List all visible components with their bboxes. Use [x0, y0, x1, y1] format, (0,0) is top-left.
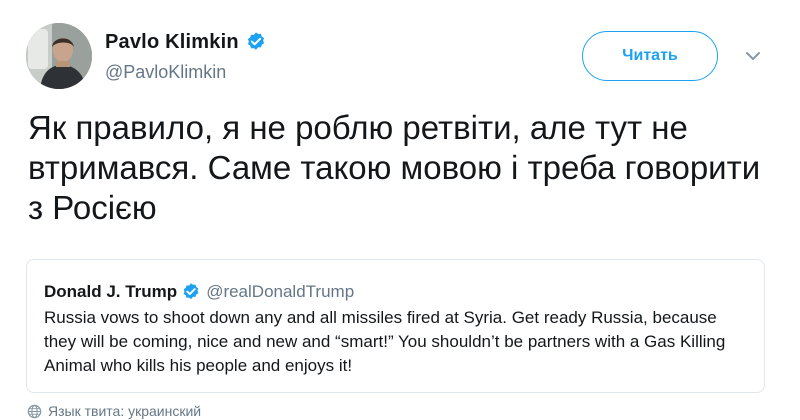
quoted-tweet-card[interactable]: Donald J. Trump @realDonaldTrump Russia …	[26, 259, 765, 393]
verified-badge-icon	[181, 282, 201, 302]
tweet-text: Як правило, я не роблю ретвіти, але тут …	[28, 109, 761, 226]
tweet-language: Язык твита: украинский	[27, 403, 201, 419]
author-handle[interactable]: @PavloKlimkin	[105, 62, 267, 83]
avatar[interactable]	[26, 23, 92, 89]
quoted-author-display-name: Donald J. Trump	[44, 282, 178, 301]
author-name-row: Pavlo Klimkin	[105, 28, 267, 56]
quoted-tweet-text: Russia vows to shoot down any and all mi…	[44, 308, 726, 375]
tweet-language-label: Язык твита: украинский	[48, 403, 202, 419]
chevron-down-icon[interactable]	[741, 44, 765, 68]
globe-icon	[27, 404, 42, 419]
follow-button[interactable]: Читать	[582, 31, 718, 81]
author-header: Pavlo Klimkin @PavloKlimkin	[105, 28, 267, 83]
verified-badge-icon	[245, 31, 267, 53]
author-display-name[interactable]: Pavlo Klimkin	[105, 31, 239, 54]
quoted-author-handle: @realDonaldTrump	[206, 282, 355, 301]
tweet-card: Pavlo Klimkin @PavloKlimkin Читать Як пр…	[0, 0, 800, 420]
quoted-tweet-header: Donald J. Trump @realDonaldTrump	[44, 280, 354, 304]
